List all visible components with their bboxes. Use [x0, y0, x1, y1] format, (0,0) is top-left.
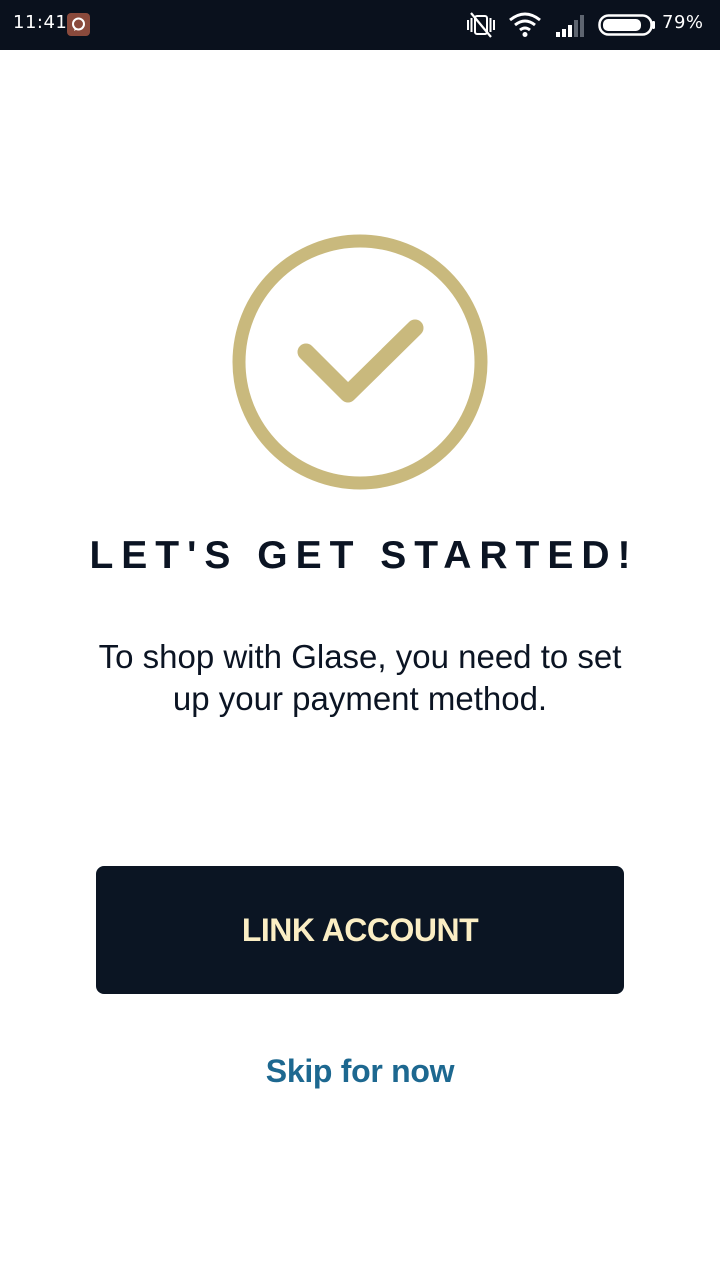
wifi-icon [508, 12, 542, 43]
vibrate-off-icon [465, 11, 497, 44]
status-bar: 11:41 79% [0, 0, 720, 50]
link-account-button[interactable]: LINK ACCOUNT [96, 866, 624, 994]
description-text: To shop with Glase, you need to set up y… [98, 638, 622, 717]
page-title: LET'S GET STARTED! [89, 534, 639, 577]
notification-icon [67, 13, 90, 36]
battery-icon [598, 14, 656, 41]
battery-percentage: 79% [662, 12, 704, 33]
status-time: 11:41 [13, 12, 68, 33]
cellular-signal-icon [555, 14, 587, 43]
checkmark-circle-icon [230, 232, 490, 492]
skip-for-now-link[interactable]: Skip for now [0, 1053, 720, 1090]
